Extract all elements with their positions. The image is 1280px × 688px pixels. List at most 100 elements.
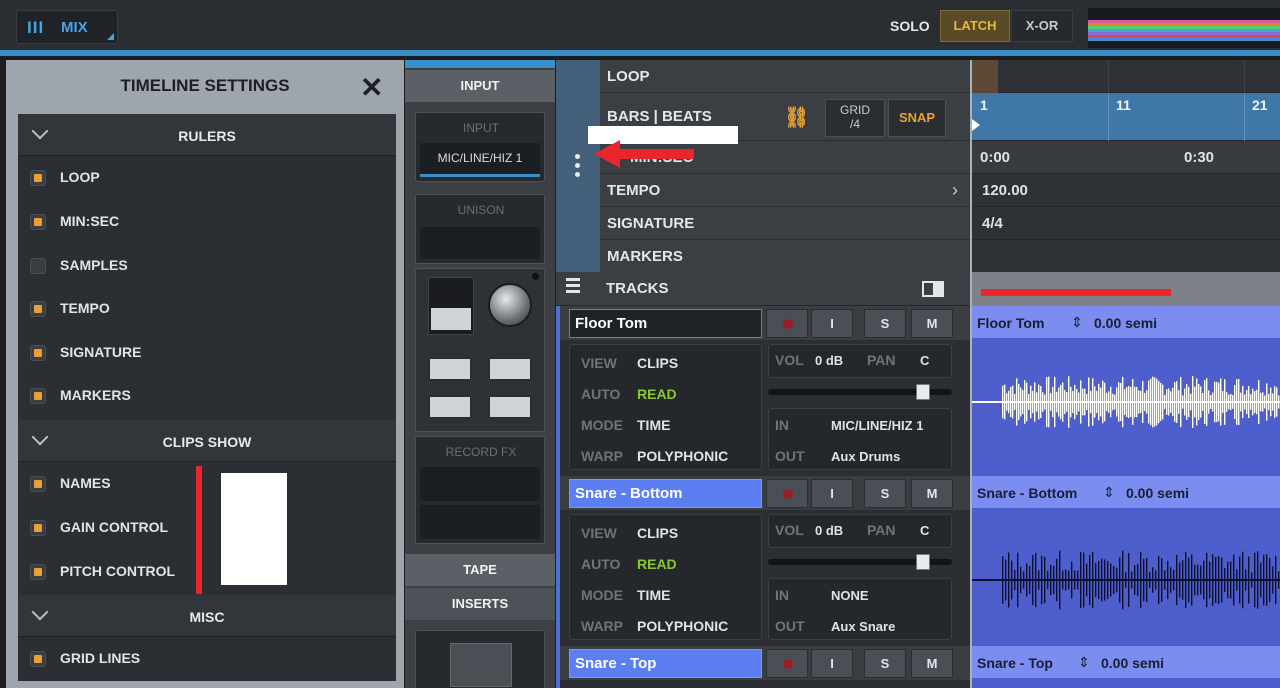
vol-value[interactable]: 0 dB [815,353,843,368]
setting-row-samples[interactable]: SAMPLES [18,244,396,287]
gain-knob[interactable] [488,283,532,327]
time-ruler[interactable]: 0:00 0:30 [972,141,1280,174]
strip-button[interactable] [488,395,532,419]
markers-ruler[interactable] [972,240,1280,273]
more-vertical-icon[interactable] [575,154,581,181]
monitor-button[interactable]: I [811,649,853,678]
grid-button[interactable]: GRID /4 [825,99,885,137]
inspector-toggle-icon[interactable] [922,281,944,297]
mix-button[interactable]: III MIX [16,10,118,44]
phase-button[interactable] [428,277,474,335]
solo-button[interactable]: S [864,309,906,338]
ruler-row-signature[interactable]: SIGNATURE [600,207,970,240]
auto-value[interactable]: READ [637,386,677,402]
output-value[interactable]: Aux Snare [831,619,895,634]
setting-row-gain-control[interactable]: GAIN CONTROL [18,506,396,549]
warp-value[interactable]: POLYPHONIC [637,448,728,464]
setting-row-grid-lines[interactable]: GRID LINES [18,637,396,680]
checkbox[interactable] [30,214,46,230]
setting-row-min-sec[interactable]: MIN:SEC [18,200,396,243]
tempo-ruler[interactable]: 120.00 [972,174,1280,207]
playhead-triangle-icon[interactable] [972,119,980,131]
output-value[interactable]: Aux Drums [831,449,900,464]
record-arm-button[interactable] [766,649,808,678]
strip-button[interactable] [488,357,532,381]
checkbox[interactable] [30,258,46,274]
monitor-button[interactable]: I [811,309,853,338]
clip-floor-tom[interactable]: Floor Tom ⇕ 0.00 semi [972,306,1280,476]
setting-row-markers[interactable]: MARKERS [18,374,396,417]
loop-marker[interactable] [972,60,998,93]
unison-slot[interactable] [420,227,540,259]
tape-header[interactable]: TAPE [405,554,555,586]
checkbox[interactable] [30,520,46,536]
clip-snare-bottom[interactable]: Snare - Bottom ⇕ 0.00 semi [972,476,1280,646]
clip-pitch[interactable]: 0.00 semi [1126,485,1189,501]
mute-button[interactable]: M [911,479,953,508]
input-value[interactable]: NONE [831,588,869,603]
plugin-thumbnail[interactable] [450,643,512,687]
track-list-icon[interactable] [566,278,580,298]
ruler-row-markers[interactable]: MARKERS [600,240,970,273]
input-selector[interactable]: MIC/LINE/HIZ 1 [420,143,540,177]
rulers-section-header[interactable]: RULERS [18,114,396,156]
mute-button[interactable]: M [911,649,953,678]
song-overview[interactable] [1088,8,1280,48]
input-box[interactable]: INPUT MIC/LINE/HIZ 1 [415,112,545,182]
record-arm-button[interactable] [766,479,808,508]
mute-button[interactable]: M [911,309,953,338]
ruler-row-loop[interactable]: LOOP [600,60,970,93]
checkbox[interactable] [30,301,46,317]
pitch-stepper-icon[interactable]: ⇕ [1103,484,1115,501]
auto-value[interactable]: READ [637,556,677,572]
clip-pitch[interactable]: 0.00 semi [1094,315,1157,331]
checkbox[interactable] [30,388,46,404]
input-value[interactable]: MIC/LINE/HIZ 1 [831,418,923,433]
checkbox[interactable] [30,651,46,667]
input-header[interactable]: INPUT [405,70,555,102]
warp-value[interactable]: POLYPHONIC [637,618,728,634]
record-fx-slot[interactable] [420,505,540,539]
bars-ruler[interactable]: 1 11 21 [972,93,1280,141]
pitch-stepper-icon[interactable]: ⇕ [1078,654,1090,671]
link-icon[interactable]: ⛓ [784,105,809,130]
track-name[interactable]: Floor Tom [569,309,762,338]
close-icon[interactable]: ✕ [360,74,383,102]
setting-row-pitch-control[interactable]: PITCH CONTROL [18,550,396,593]
latch-button[interactable]: LATCH [940,10,1010,42]
pan-value[interactable]: C [920,523,929,538]
fader-knob[interactable] [915,554,930,570]
setting-row-signature[interactable]: SIGNATURE [18,331,396,374]
xor-button[interactable]: X-OR [1011,10,1073,42]
vol-value[interactable]: 0 dB [815,523,843,538]
pan-value[interactable]: C [920,353,929,368]
clip-snare-top[interactable]: Snare - Top ⇕ 0.00 semi [972,646,1280,688]
inserts-box[interactable] [415,630,545,688]
checkbox[interactable] [30,170,46,186]
setting-row-loop[interactable]: LOOP [18,156,396,199]
mode-value[interactable]: TIME [637,417,670,433]
setting-row-names[interactable]: NAMES [18,462,396,505]
clips-show-section-header[interactable]: CLIPS SHOW [18,420,396,462]
strip-button[interactable] [428,357,472,381]
clip-pitch[interactable]: 0.00 semi [1101,655,1164,671]
checkbox[interactable] [30,345,46,361]
mode-value[interactable]: TIME [637,587,670,603]
solo-button[interactable]: S [864,649,906,678]
record-fx-box[interactable]: RECORD FX [415,436,545,544]
setting-row-tempo[interactable]: TEMPO [18,287,396,330]
loop-ruler[interactable] [972,60,1280,93]
record-arm-button[interactable] [766,309,808,338]
misc-section-header[interactable]: MISC [18,595,396,637]
track-name[interactable]: Snare - Bottom [569,479,762,508]
pitch-stepper-icon[interactable]: ⇕ [1071,314,1083,331]
ruler-row-tempo[interactable]: TEMPO › [600,174,970,207]
checkbox[interactable] [30,564,46,580]
fader-knob[interactable] [915,384,930,400]
monitor-button[interactable]: I [811,479,853,508]
record-fx-slot[interactable] [420,467,540,501]
view-value[interactable]: CLIPS [637,525,678,541]
track-name[interactable]: Snare - Top [569,649,762,678]
snap-button[interactable]: SNAP [888,99,946,137]
checkbox[interactable] [30,476,46,492]
